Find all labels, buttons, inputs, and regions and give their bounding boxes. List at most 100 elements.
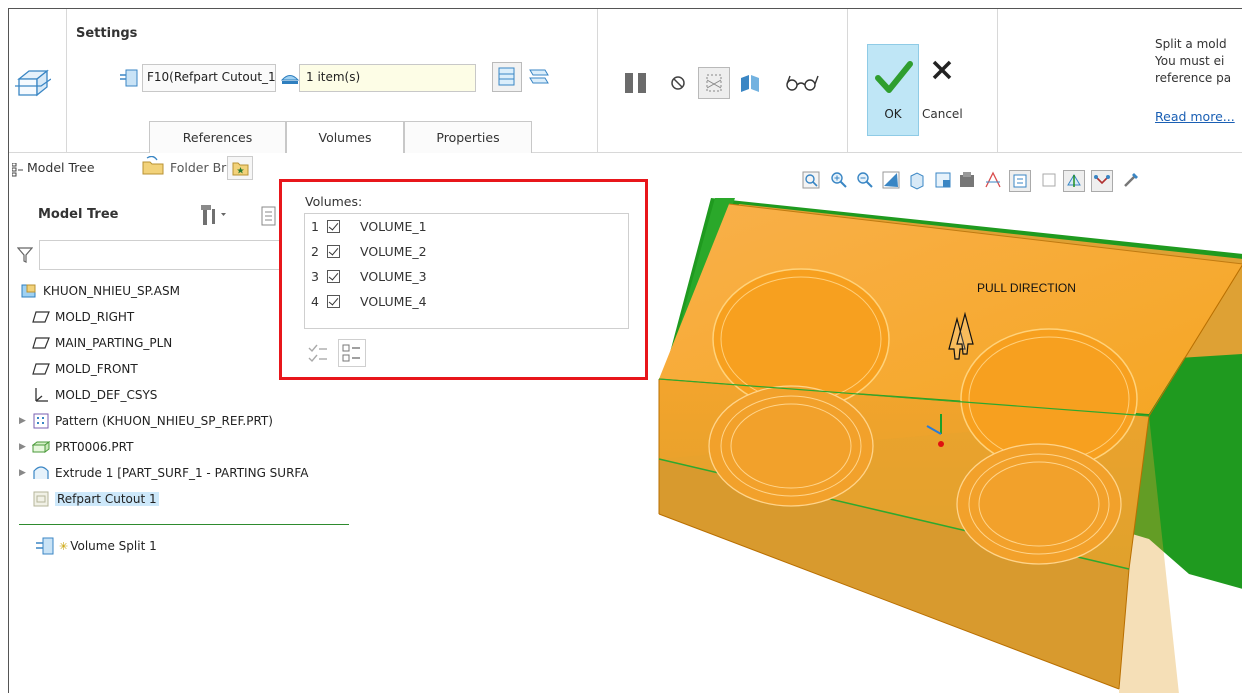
ribbon: Settings F10(Refpart Cutout_1) 1 item(s) (9, 9, 1242, 153)
ok-button[interactable]: OK (867, 44, 919, 136)
volume-number: 1 (311, 218, 319, 234)
folder-browser-icon (141, 155, 165, 179)
tab-references[interactable]: References (149, 121, 286, 153)
volume-row[interactable]: 1 VOLUME_1 (311, 216, 427, 236)
app-window: Settings F10(Refpart Cutout_1) 1 item(s) (8, 8, 1242, 693)
tree-item-label: KHUON_NHIEU_SP.ASM (43, 284, 180, 298)
volume-checkbox[interactable] (327, 269, 340, 283)
volume-name: VOLUME_3 (360, 268, 427, 284)
expand-arrow-icon[interactable]: ▶ (19, 468, 31, 478)
checkmark-icon (875, 61, 913, 93)
tree-item-extrude[interactable]: ▶ Extrude 1 [PART_SURF_1 - PARTING SURFA (19, 462, 308, 484)
tree-item-volume-split[interactable]: ✳ Volume Split 1 (35, 535, 157, 557)
ribbon-separator (997, 9, 998, 153)
read-more-link[interactable]: Read more... (1155, 109, 1235, 124)
tree-filter-input[interactable] (39, 240, 289, 270)
tree-item-main-parting-pln[interactable]: MAIN_PARTING_PLN (31, 332, 172, 354)
volume-name: VOLUME_1 (360, 218, 427, 234)
spin-center-icon[interactable] (1009, 170, 1031, 192)
volume-number: 4 (311, 293, 319, 309)
feature-preview-icon[interactable] (739, 73, 761, 96)
tree-item-refpart-cutout[interactable]: Refpart Cutout 1 (31, 488, 159, 510)
tree-item-label: Refpart Cutout 1 (55, 492, 159, 506)
model-tree-tab-icon (11, 162, 24, 180)
help-line: reference pa (1155, 71, 1232, 85)
tree-item-mold-def-csys[interactable]: MOLD_DEF_CSYS (31, 384, 157, 406)
model-tree-title: Model Tree (38, 207, 119, 222)
close-icon[interactable] (931, 59, 953, 84)
expand-arrow-icon[interactable]: ▶ (19, 416, 31, 426)
volume-checkbox[interactable] (327, 219, 340, 233)
tree-item-label: Pattern (KHUON_NHIEU_SP_REF.PRT) (55, 414, 273, 428)
tab-folder-browser[interactable]: Folder Br (170, 160, 226, 175)
split-flip-icon[interactable] (527, 66, 551, 91)
volume-name: VOLUME_4 (360, 293, 427, 309)
geometry-preview-icon[interactable] (698, 67, 730, 99)
datum-display-icon[interactable] (1063, 170, 1085, 192)
ribbon-separator (597, 9, 598, 153)
view-manager-icon[interactable] (957, 170, 977, 190)
csys-icon (31, 387, 51, 403)
new-feature-star-icon: ✳ (59, 539, 69, 553)
tree-item-part[interactable]: ▶ PRT0006.PRT (19, 436, 133, 458)
ribbon-separator (847, 9, 848, 153)
split-options-icon[interactable] (492, 62, 522, 92)
favorites-icon[interactable] (227, 156, 253, 180)
datum-plane-icon (31, 309, 51, 325)
refit-icon[interactable] (801, 170, 821, 190)
tree-settings-icon[interactable] (201, 204, 227, 229)
volume-row[interactable]: 3 VOLUME_3 (311, 266, 427, 286)
tree-item-assembly[interactable]: KHUON_NHIEU_SP.ASM (19, 280, 180, 302)
reference-icon (119, 69, 139, 90)
volume-checkbox[interactable] (327, 294, 340, 308)
cancel-button[interactable]: Cancel (922, 107, 963, 121)
volume-number: 3 (311, 268, 319, 284)
volumes-list: 1 VOLUME_1 2 VOLUME_2 3 VOLUME_3 4 VOLUM… (304, 213, 629, 329)
expand-arrow-icon[interactable]: ▶ (19, 442, 31, 452)
tab-properties[interactable]: Properties (404, 121, 532, 153)
volume-number: 2 (311, 243, 319, 259)
settings-title: Settings (76, 26, 138, 41)
deselect-all-icon[interactable] (338, 339, 366, 367)
saved-views-icon[interactable] (933, 170, 953, 190)
repaint-icon[interactable] (881, 170, 901, 190)
pull-direction-display-icon[interactable] (1091, 170, 1113, 192)
volume-checkbox[interactable] (327, 244, 340, 258)
tree-item-label: MOLD_FRONT (55, 362, 138, 376)
datum-plane-icon (31, 335, 51, 351)
tree-item-pattern[interactable]: ▶ Pattern (KHUON_NHIEU_SP_REF.PRT) (19, 410, 273, 432)
tree-item-label: MOLD_DEF_CSYS (55, 388, 158, 402)
tree-item-label: MOLD_RIGHT (55, 310, 135, 324)
filter-icon[interactable] (16, 246, 34, 267)
tree-item-mold-right[interactable]: MOLD_RIGHT (31, 306, 134, 328)
help-line: You must ei (1155, 54, 1225, 68)
show-icon[interactable] (261, 206, 277, 229)
verify-mode-icon[interactable] (784, 75, 820, 94)
tab-volumes[interactable]: Volumes (286, 121, 404, 153)
insert-here-line (19, 524, 349, 525)
volumes-label: Volumes: (305, 194, 363, 209)
perspective-icon[interactable] (983, 170, 1003, 190)
split-reference-field[interactable]: F10(Refpart Cutout_1) (142, 64, 276, 92)
annotation-display-icon[interactable] (1039, 170, 1059, 190)
volume-row[interactable]: 2 VOLUME_2 (311, 241, 427, 261)
pattern-icon (31, 413, 51, 429)
pull-direction-label: PULL DIRECTION (977, 281, 1076, 295)
ribbon-separator (66, 9, 67, 153)
tab-model-tree[interactable]: Model Tree (27, 160, 95, 175)
quilt-icon (280, 71, 300, 90)
tree-item-mold-front[interactable]: MOLD_FRONT (31, 358, 138, 380)
extrude-icon (31, 465, 51, 481)
no-preview-icon[interactable] (670, 75, 686, 94)
zoom-out-icon[interactable] (855, 170, 875, 190)
more-tools-icon[interactable] (1121, 170, 1141, 190)
display-style-icon[interactable] (907, 170, 927, 190)
pause-icon[interactable] (623, 71, 649, 98)
volumes-collector-field[interactable]: 1 item(s) (299, 64, 476, 92)
zoom-in-icon[interactable] (829, 170, 849, 190)
tree-item-label: MAIN_PARTING_PLN (55, 336, 173, 350)
ok-label: OK (884, 107, 902, 121)
tree-item-label: Volume Split 1 (70, 539, 157, 553)
select-all-icon[interactable] (304, 339, 332, 367)
volume-row[interactable]: 4 VOLUME_4 (311, 291, 427, 311)
